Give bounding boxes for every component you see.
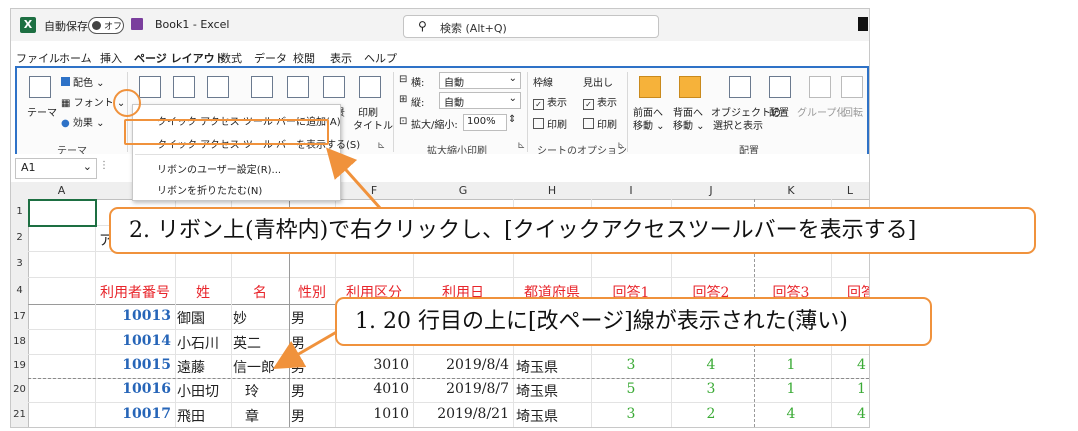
arrow-to-menu-item — [326, 147, 382, 209]
arrow-to-page-break — [272, 328, 341, 370]
callout-step-2: 2. リボン上(青枠内)で右クリックし、[クイックアクセスツールバーを表示する] — [109, 207, 1036, 254]
callout-step-1: 1. 20 行目の上に[改ページ]線が表示された(薄い) — [335, 297, 932, 346]
